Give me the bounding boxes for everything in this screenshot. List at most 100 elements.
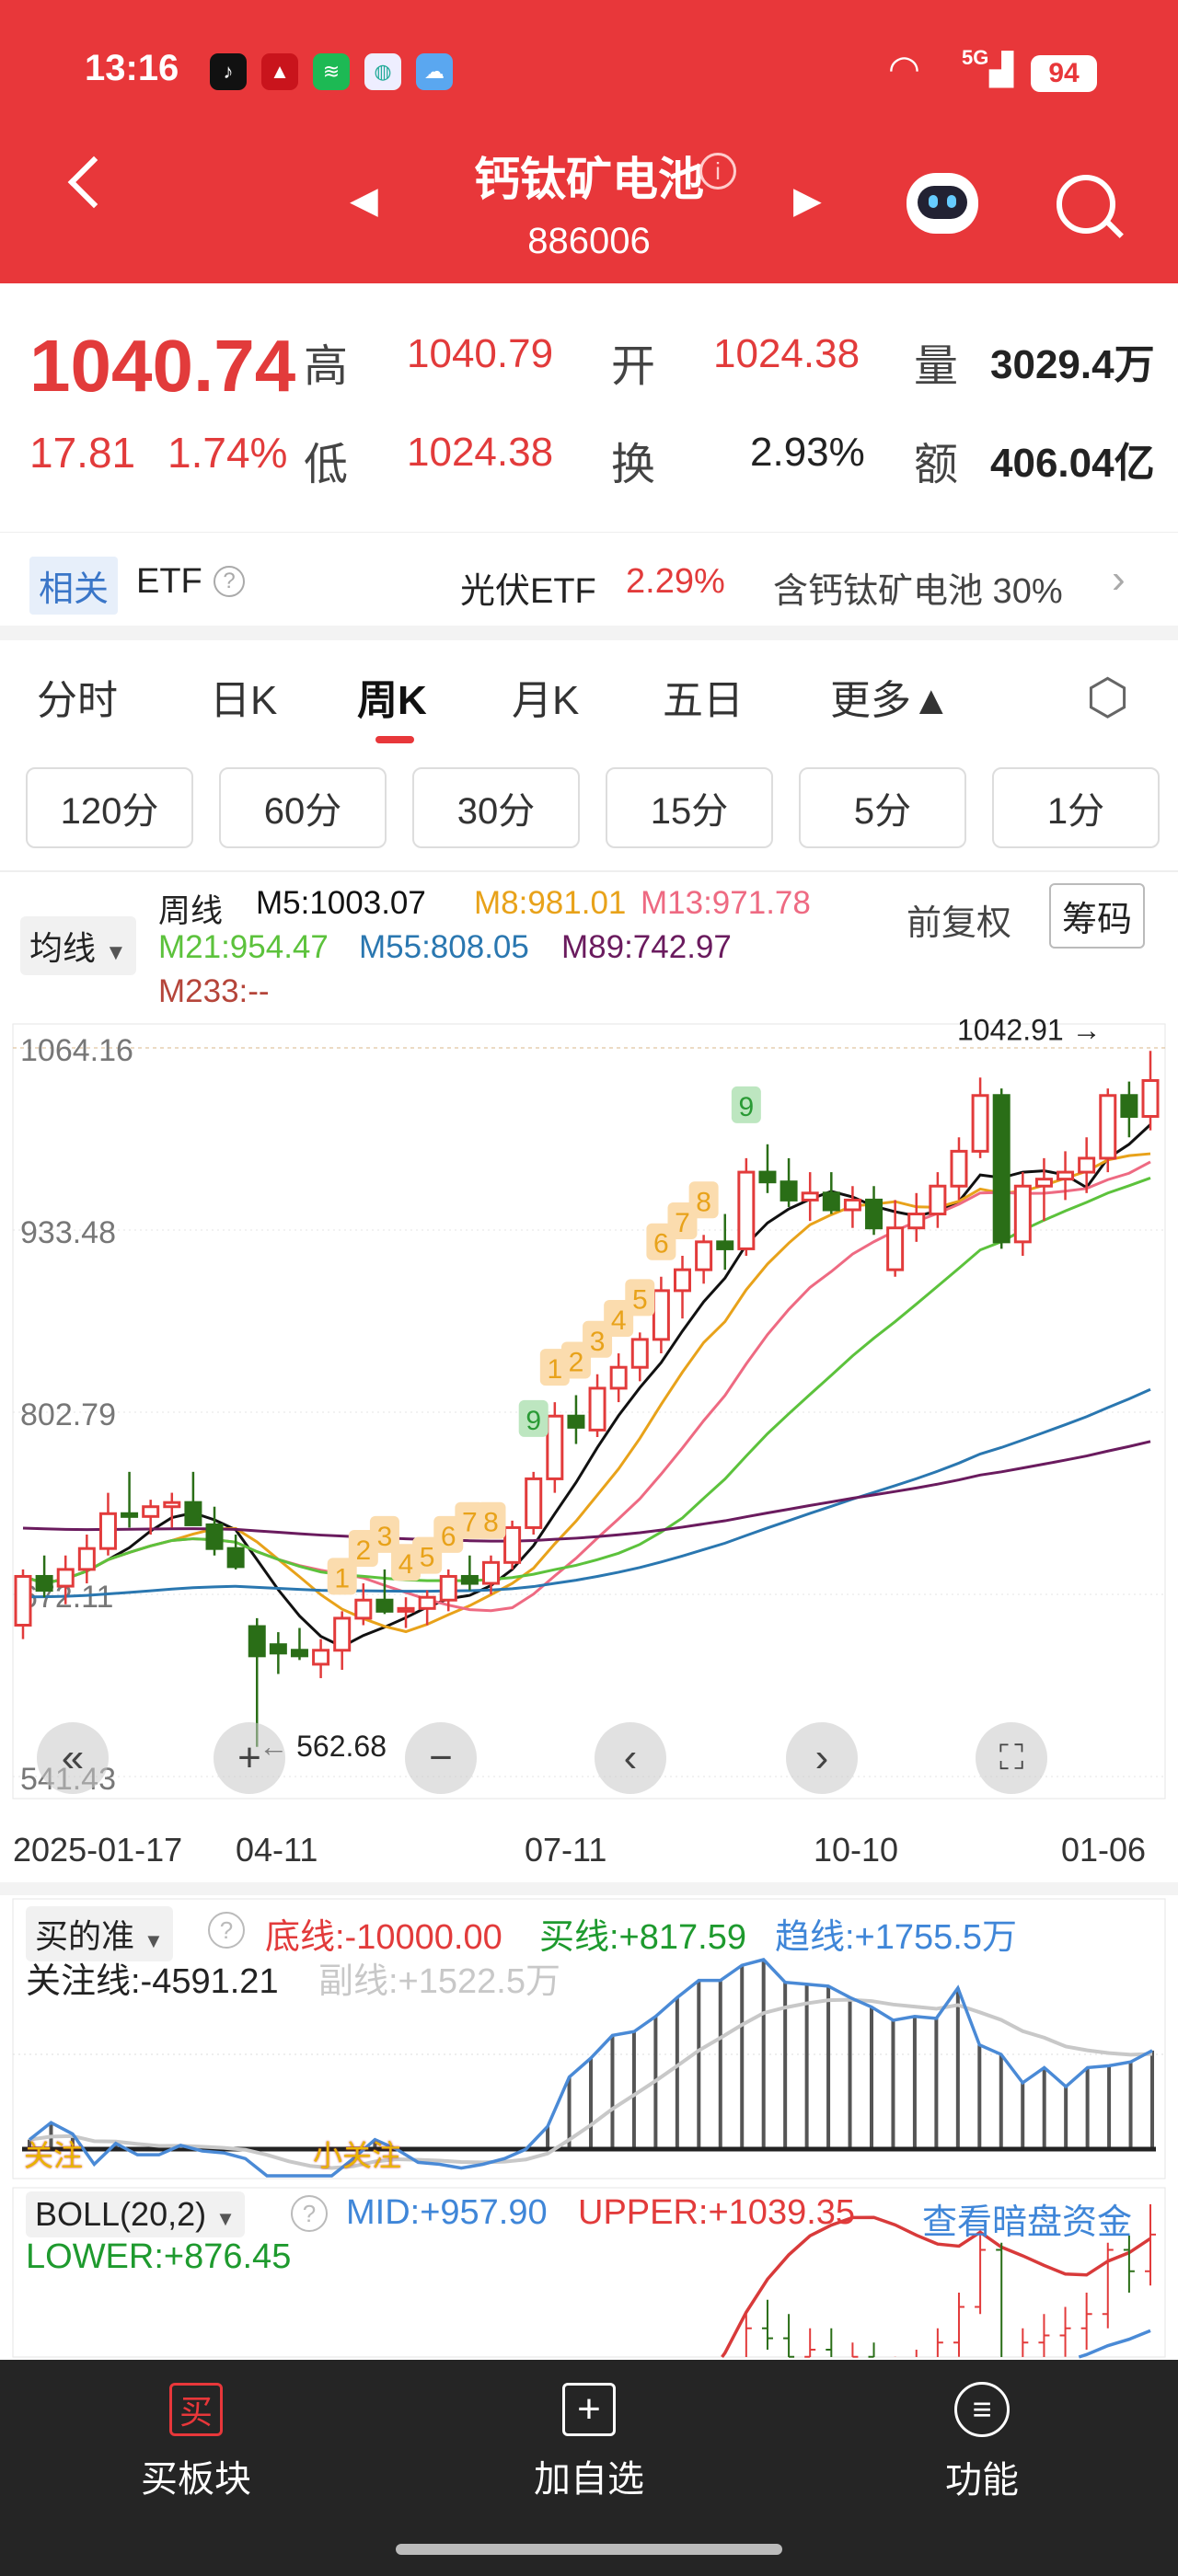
ma-line-13	[22, 1160, 1151, 1613]
candle-body	[992, 1094, 1011, 1244]
divider	[0, 1882, 1178, 1895]
related-etf-row[interactable]: 相关 ETF ? 光伏ETF 2.29% 含钙钛矿电池 30% ›	[0, 532, 1178, 640]
candle-body	[375, 1598, 394, 1613]
date-label: 01-06	[1061, 1831, 1147, 1869]
chips-button[interactable]: 筹码	[1049, 883, 1146, 949]
amount-value: 406.04亿	[990, 441, 1155, 486]
help-icon[interactable]: ?	[214, 566, 245, 597]
next-stock-button[interactable]: ▶	[793, 179, 822, 222]
buy-sector-label: 买板块	[141, 2459, 251, 2500]
plus-icon: +	[562, 2383, 616, 2436]
date-label: 10-10	[814, 1831, 899, 1869]
period-button[interactable]: 60分	[219, 767, 387, 848]
zoom-in-button[interactable]: +	[214, 1722, 285, 1794]
tab-3[interactable]: 月K	[512, 667, 579, 726]
candle-body	[780, 1180, 798, 1202]
tab-2[interactable]: 周K	[357, 667, 427, 726]
adjust-mode[interactable]: 前复权	[907, 894, 1011, 945]
period-button[interactable]: 15分	[606, 767, 773, 848]
selector-label: 均线	[29, 929, 97, 967]
info-icon[interactable]: i	[699, 153, 736, 190]
period-button[interactable]: 1分	[992, 767, 1160, 848]
candle-body	[460, 1574, 479, 1585]
period-button[interactable]: 5分	[799, 767, 966, 848]
tab-5[interactable]: 更多▲	[830, 667, 952, 726]
candle-body	[205, 1523, 224, 1550]
candle-body	[801, 1191, 819, 1202]
scroll-left-button[interactable]: ‹	[595, 1722, 666, 1794]
scroll-right-button[interactable]: ›	[786, 1722, 858, 1794]
period-button[interactable]: 30分	[412, 767, 580, 848]
open-value: 1024.38	[713, 331, 860, 376]
last-price: 1040.74	[29, 325, 296, 407]
zoom-out-button[interactable]: −	[405, 1722, 477, 1794]
dark-pool-funds-link[interactable]: 查看暗盘资金	[922, 2193, 1132, 2244]
settings-hexagon-icon[interactable]: ⬡	[1086, 668, 1129, 726]
boll-name: BOLL(20,2)	[35, 2195, 207, 2233]
y-tick-label: 933.48	[20, 1215, 116, 1250]
candle-body	[397, 1606, 415, 1613]
candle-body	[1057, 1170, 1075, 1181]
chart-period-label: 周线	[158, 893, 224, 929]
home-indicator[interactable]	[396, 2544, 782, 2555]
turnover-label: 换	[611, 441, 656, 489]
candlestick-chart[interactable]: 1064.16933.48802.79672.11541.43123456789…	[0, 1017, 1178, 1817]
td-sequence-label: 7	[675, 1208, 690, 1238]
candle-body	[1078, 1156, 1096, 1174]
candle-body	[907, 1213, 926, 1230]
candle-body	[142, 1505, 160, 1518]
candle-body	[121, 1512, 139, 1518]
candle-body	[503, 1525, 522, 1564]
add-watchlist-button[interactable]: + 加自选	[393, 2360, 785, 2525]
fast-rewind-button[interactable]: «	[37, 1722, 109, 1794]
divider	[0, 870, 1178, 872]
tab-0[interactable]: 分时	[37, 667, 118, 726]
battery-indicator: 94	[1031, 55, 1097, 92]
boll-selector[interactable]: BOLL(20,2) ▼	[26, 2191, 245, 2237]
functions-button[interactable]: ≡ 功能	[786, 2360, 1178, 2525]
fullscreen-button[interactable]: ⛶	[976, 1722, 1047, 1794]
td-sequence-label: 4	[398, 1549, 414, 1580]
small-watch-mark: 小关注	[313, 2139, 402, 2172]
period-button[interactable]: 120分	[26, 767, 193, 848]
tab-4[interactable]: 五日	[663, 667, 744, 726]
help-icon[interactable]: ?	[208, 1912, 245, 1949]
dropdown-icon: ▼	[105, 940, 127, 965]
td-sequence-label: 8	[483, 1508, 499, 1538]
high-value: 1040.79	[407, 331, 554, 376]
mobile-icon: ◍	[364, 53, 401, 90]
candle-body	[865, 1198, 884, 1230]
dropdown-icon: ▼	[215, 2207, 236, 2230]
max-price-label: 1042.91 →	[957, 1017, 1102, 1046]
buy-sector-button[interactable]: 买 买板块	[0, 2360, 392, 2525]
candle-body	[758, 1170, 777, 1184]
y-tick-label: 1064.16	[20, 1033, 133, 1068]
help-icon[interactable]: ?	[291, 2195, 328, 2232]
ma-legend-item: M89:742.97	[561, 929, 732, 965]
candle-body	[354, 1598, 373, 1620]
turnover-value: 2.93%	[750, 430, 865, 475]
weather-icon: ☁	[416, 53, 453, 90]
spotify-icon: ≋	[313, 53, 350, 90]
ma-legend-item: M21:954.47	[158, 929, 329, 965]
td-sequence-label: 3	[590, 1327, 606, 1357]
robot-assistant-icon[interactable]	[907, 173, 978, 234]
candle-body	[481, 1560, 500, 1585]
buy-line-value: 买线:+817.59	[539, 1918, 746, 1957]
sub-line-value: 副线:+1522.5万	[318, 1962, 560, 2001]
td-sequence-label: 6	[441, 1522, 456, 1552]
indicator-selector[interactable]: 均线 ▼	[20, 916, 136, 975]
tiktok-icon: ♪	[210, 53, 247, 90]
tab-1[interactable]: 日K	[210, 667, 277, 726]
etf-name[interactable]: 光伏ETF	[460, 562, 596, 613]
candle-body	[312, 1649, 330, 1666]
candle-body	[35, 1574, 53, 1593]
price-change-pct: 1.74%	[167, 429, 288, 477]
td-sequence-label: 7	[462, 1508, 478, 1538]
candle-body	[929, 1184, 947, 1216]
ma-legend-item: M8:981.01	[474, 885, 627, 921]
low-label: 低	[304, 441, 349, 489]
candle-body	[1099, 1094, 1117, 1160]
td-sequence-label: 5	[632, 1284, 648, 1315]
candle-body	[950, 1149, 968, 1188]
